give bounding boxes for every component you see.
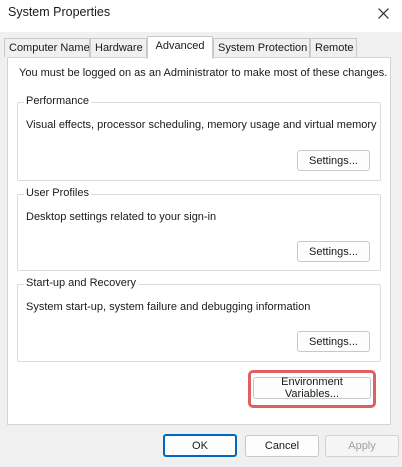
performance-legend: Performance — [24, 95, 91, 107]
close-icon — [377, 8, 389, 22]
window-title: System Properties — [8, 5, 111, 19]
environment-variables-button[interactable]: Environment Variables... — [253, 376, 371, 400]
user-profiles-group: User Profiles Desktop settings related t… — [17, 187, 381, 271]
tab-system-protection[interactable]: System Protection — [213, 38, 310, 57]
user-profiles-settings-button[interactable]: Settings... — [297, 241, 370, 262]
startup-recovery-legend: Start-up and Recovery — [24, 277, 139, 289]
performance-group: Performance Visual effects, processor sc… — [17, 95, 381, 181]
close-button[interactable] — [364, 0, 402, 30]
startup-recovery-group: Start-up and Recovery System start-up, s… — [17, 277, 381, 362]
cancel-button[interactable]: Cancel — [245, 435, 319, 457]
title-bar: System Properties — [0, 0, 402, 32]
user-profiles-description: Desktop settings related to your sign-in — [26, 211, 217, 223]
startup-recovery-settings-button[interactable]: Settings... — [297, 331, 370, 352]
apply-button[interactable]: Apply — [325, 435, 399, 457]
tab-hardware[interactable]: Hardware — [90, 38, 147, 57]
system-properties-window: System Properties Computer Name Hardware… — [0, 0, 402, 467]
admin-note: You must be logged on as an Administrato… — [19, 67, 388, 79]
tab-computer-name[interactable]: Computer Name — [4, 38, 90, 57]
user-profiles-legend: User Profiles — [24, 187, 91, 199]
ok-button[interactable]: OK — [163, 434, 237, 457]
performance-settings-button[interactable]: Settings... — [297, 150, 370, 171]
tab-remote[interactable]: Remote — [310, 38, 357, 57]
startup-recovery-description: System start-up, system failure and debu… — [26, 301, 311, 313]
tab-advanced[interactable]: Advanced — [147, 36, 213, 59]
performance-description: Visual effects, processor scheduling, me… — [26, 119, 377, 131]
